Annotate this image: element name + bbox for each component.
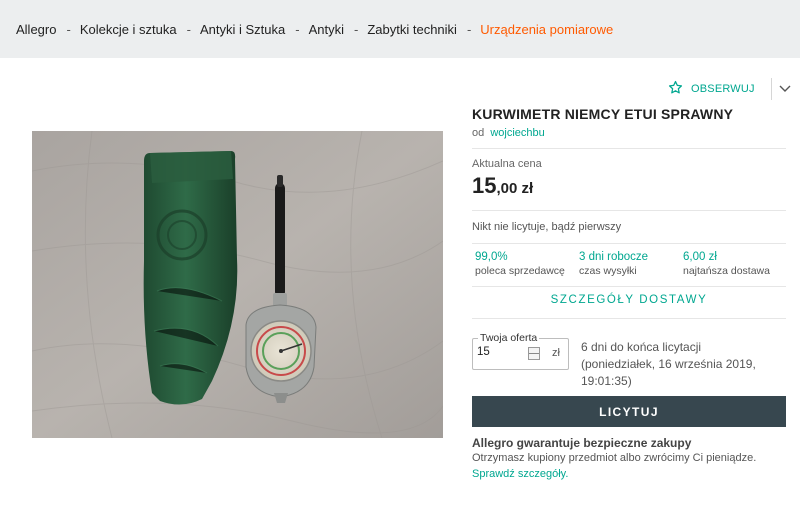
- star-outline-icon: [668, 80, 683, 98]
- curvimeter-photo-icon: [32, 131, 443, 438]
- seller-stats: 99,0% poleca sprzedawcę 3 dni robocze cz…: [472, 251, 786, 277]
- breadcrumb-separator: -: [66, 21, 71, 37]
- guarantee-heading: Allegro gwarantuje bezpieczne zakupy: [472, 436, 692, 450]
- stat-value: 6,00 zł: [683, 251, 717, 263]
- seller-link[interactable]: wojciechbu: [490, 127, 544, 139]
- stat-label: poleca sprzedawcę: [475, 265, 565, 277]
- stat-label: czas wysyłki: [579, 265, 637, 277]
- stepper-divider: [529, 353, 539, 354]
- divider: [472, 243, 786, 244]
- breadcrumb: Allegro - Kolekcje i sztuka - Antyki i S…: [0, 0, 800, 58]
- breadcrumb-item-antyki[interactable]: Antyki: [309, 22, 344, 37]
- breadcrumb-item-zabytki-techniki[interactable]: Zabytki techniki: [367, 22, 457, 37]
- seller-line: od wojciechbu: [472, 127, 545, 139]
- offer-currency: zł: [552, 347, 560, 359]
- auction-end-time: 19:01:35): [581, 374, 632, 388]
- breadcrumb-item-kolekcje[interactable]: Kolekcje i sztuka: [80, 22, 177, 37]
- watch-button[interactable]: OBSERWUJ: [668, 80, 755, 98]
- stat-value: 99,0%: [475, 251, 508, 263]
- chevron-down-icon: [779, 80, 791, 98]
- breadcrumb-item-current[interactable]: Urządzenia pomiarowe: [480, 22, 613, 37]
- breadcrumb-separator: -: [466, 21, 472, 37]
- guarantee-text: Otrzymasz kupiony przedmiot albo zwrócim…: [472, 452, 757, 464]
- product-title: KURWIMETR NIEMCY ETUI SPRAWNY: [472, 106, 734, 122]
- divider: [770, 78, 772, 100]
- bid-button[interactable]: LICYTUJ: [472, 396, 786, 427]
- price-label: Aktualna cena: [472, 158, 542, 170]
- seller-prefix: od: [472, 127, 485, 139]
- watch-controls: OBSERWUJ: [668, 78, 792, 100]
- auction-end-info: 6 dni do końca licytacji (poniedziałek, …: [581, 339, 781, 390]
- auction-end-date: (poniedziałek, 16 września 2019,: [581, 357, 756, 371]
- stat-cheapest-delivery: 6,00 zł najtańsza dostawa: [680, 251, 784, 277]
- divider: [472, 286, 786, 287]
- bid-status: Nikt nie licytuje, bądź pierwszy: [472, 221, 622, 233]
- divider: [472, 148, 786, 149]
- product-image[interactable]: [32, 131, 443, 438]
- offer-input[interactable]: [477, 346, 527, 358]
- price-decimals: ,00 zł: [496, 180, 534, 197]
- auction-remaining: 6 dni do końca licytacji: [581, 340, 702, 354]
- offer-legend: Twoja oferta: [478, 332, 540, 344]
- stat-shipping-time: 3 dni robocze czas wysyłki: [576, 251, 680, 277]
- divider: [472, 210, 786, 211]
- delivery-details-link[interactable]: SZCZEGÓŁY DOSTAWY: [472, 294, 786, 306]
- guarantee-section: Allegro gwarantuje bezpieczne zakupy Otr…: [472, 436, 792, 482]
- guarantee-details-link[interactable]: Sprawdź szczegóły.: [472, 468, 568, 480]
- breadcrumb-separator: -: [295, 21, 300, 37]
- price-main: 15: [472, 173, 497, 198]
- breadcrumb-separator: -: [354, 21, 359, 37]
- current-price: 15,00 zł: [472, 173, 533, 199]
- stat-recommend: 99,0% poleca sprzedawcę: [472, 251, 576, 277]
- watch-label: OBSERWUJ: [691, 83, 755, 95]
- more-options-button[interactable]: [778, 82, 792, 96]
- stat-value: 3 dni robocze: [579, 251, 649, 263]
- breadcrumb-item-allegro[interactable]: Allegro: [16, 22, 56, 37]
- stat-label: najtańsza dostawa: [683, 265, 770, 277]
- breadcrumb-separator: -: [186, 21, 191, 37]
- breadcrumb-item-antyki-i-sztuka[interactable]: Antyki i Sztuka: [200, 22, 285, 37]
- divider: [472, 318, 786, 319]
- offer-stepper[interactable]: [528, 347, 540, 360]
